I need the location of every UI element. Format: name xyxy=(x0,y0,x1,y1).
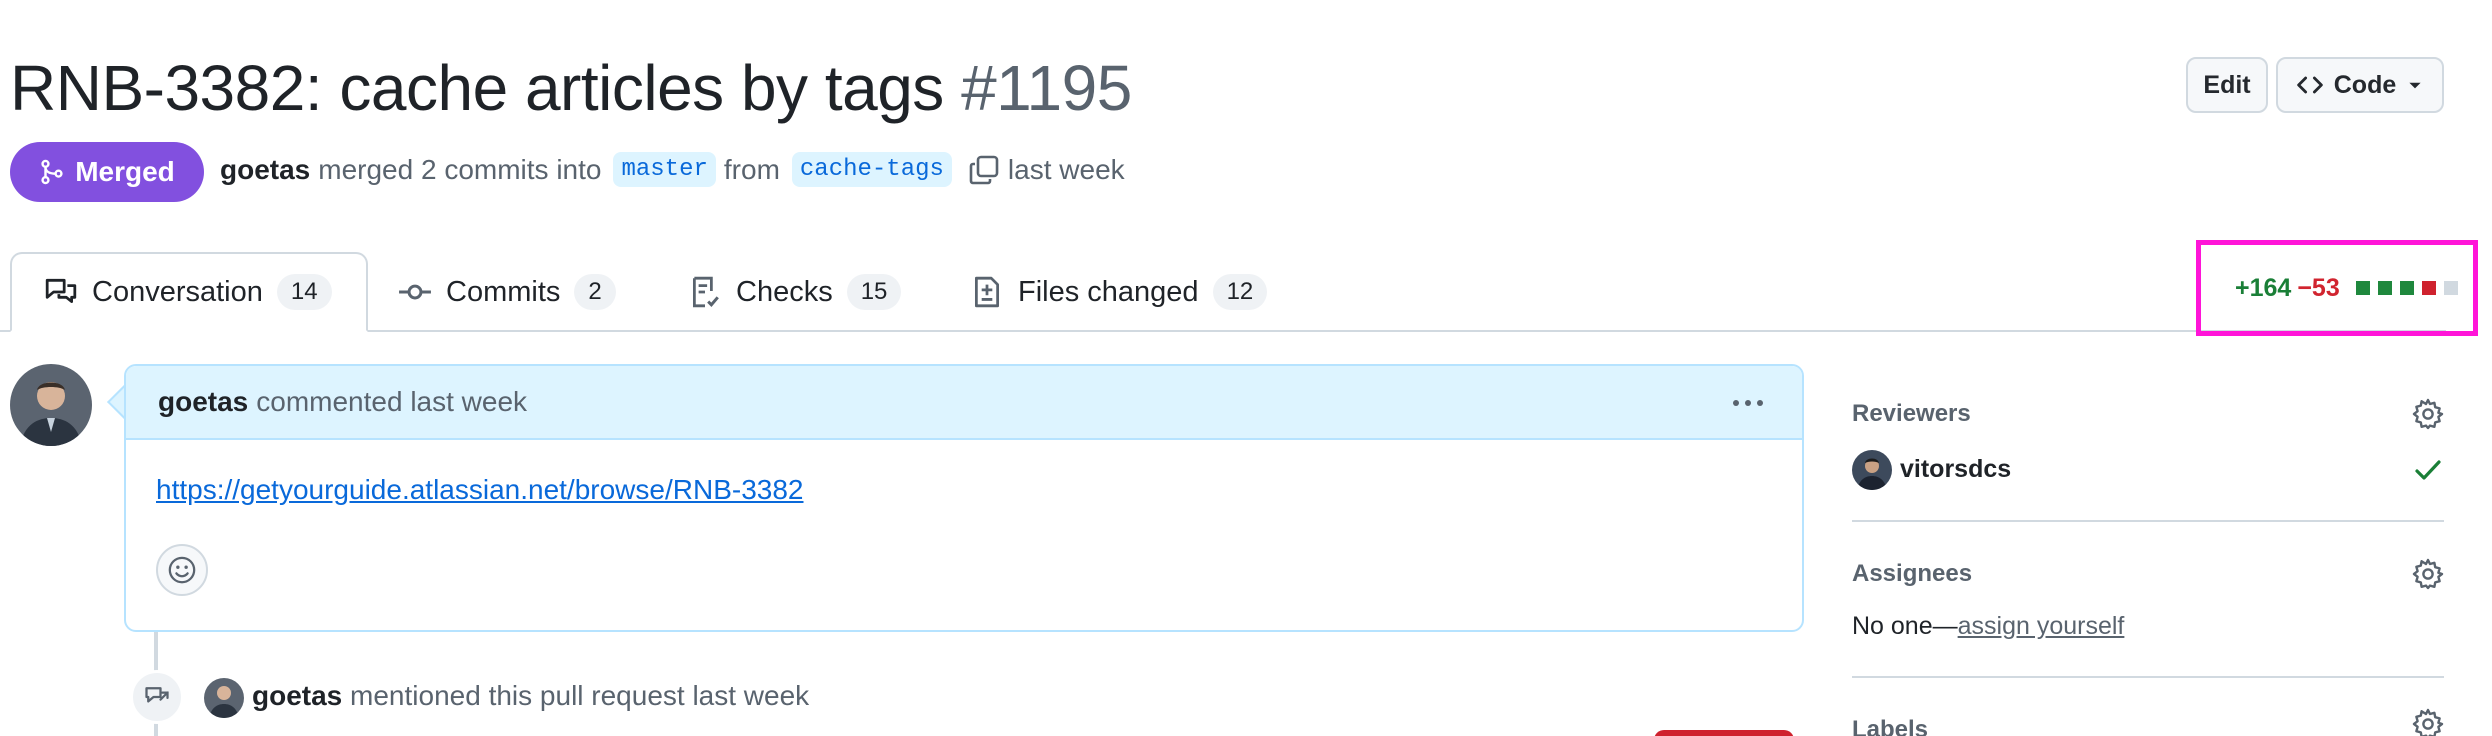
checklist-icon xyxy=(692,276,719,308)
sidebar-divider xyxy=(1852,676,2444,678)
tab-checks-label: Checks xyxy=(736,275,833,308)
tab-conversation-label: Conversation xyxy=(92,275,263,308)
tab-checks-count: 15 xyxy=(846,274,902,310)
tab-commits[interactable]: Commits 2 xyxy=(398,252,616,332)
comment-body-link[interactable]: https://getyourguide.atlassian.net/brows… xyxy=(156,474,804,506)
closed-state-pill xyxy=(1654,730,1794,736)
code-button[interactable]: Code xyxy=(2276,57,2444,113)
tab-commits-label: Commits xyxy=(446,275,561,308)
tab-checks[interactable]: Checks 15 xyxy=(688,252,902,332)
base-branch[interactable]: master xyxy=(613,152,716,187)
git-commit-icon xyxy=(399,284,431,300)
pr-author-link[interactable]: goetas xyxy=(220,154,310,186)
timeline-event-text: goetas mentioned this pull request last … xyxy=(252,680,809,712)
cross-reference-event-badge xyxy=(130,670,184,724)
author-avatar[interactable] xyxy=(10,364,92,446)
diffstat-block-deleted xyxy=(2421,281,2436,295)
tab-commits-count: 2 xyxy=(574,274,616,310)
merged-state-label: Merged xyxy=(75,156,175,187)
comment-author[interactable]: goetas xyxy=(158,386,248,418)
merged-state-badge: Merged xyxy=(10,142,204,202)
tab-files-changed-label: Files changed xyxy=(1018,275,1199,308)
diffstat-additions: +164 xyxy=(2235,273,2292,302)
diffstat-block-added xyxy=(2355,281,2370,295)
event-author-avatar[interactable] xyxy=(204,678,244,718)
diffstat-block-added xyxy=(2377,281,2392,295)
comment-action: commented last week xyxy=(256,386,528,417)
tab-files-changed[interactable]: Files changed 12 xyxy=(970,252,1268,332)
no-assignees-text: No one— xyxy=(1852,612,1958,640)
from-text: from xyxy=(723,153,780,185)
smiley-icon xyxy=(168,556,196,584)
merge-time: last week xyxy=(1007,153,1125,185)
code-icon xyxy=(2296,76,2323,94)
sidebar-divider xyxy=(1852,520,2444,522)
kebab-horizontal-icon[interactable] xyxy=(1730,392,1766,414)
reviewer-avatar[interactable] xyxy=(1852,450,1892,490)
tab-conversation-count: 14 xyxy=(276,274,332,310)
file-diff-icon xyxy=(974,276,1000,308)
pr-meta: goetas merged 2 commits into master from… xyxy=(220,152,1125,187)
reviewer-name[interactable]: vitorsdcs xyxy=(1900,455,2011,484)
add-reaction-button[interactable] xyxy=(156,544,208,596)
git-merge-icon xyxy=(41,159,63,185)
diffstat-block-added xyxy=(2399,281,2414,295)
comment-header: goetas commented last week xyxy=(126,366,1802,440)
gear-icon[interactable] xyxy=(2412,708,2444,736)
merge-text: merged 2 commits into xyxy=(318,153,602,185)
gear-icon[interactable] xyxy=(2412,398,2444,430)
diffstat-block-neutral xyxy=(2443,281,2458,295)
reviewers-heading: Reviewers xyxy=(1852,400,1971,427)
code-button-label: Code xyxy=(2333,70,2397,99)
page-title: RNB-3382: cache articles by tags #1195 xyxy=(10,48,1132,128)
edit-button-label: Edit xyxy=(2203,70,2251,99)
diffstat-deletions: −53 xyxy=(2297,273,2340,302)
event-author[interactable]: goetas xyxy=(252,680,342,711)
pr-title: RNB-3382: cache articles by tags xyxy=(10,52,944,124)
labels-heading: Labels xyxy=(1852,716,1929,736)
head-branch[interactable]: cache-tags xyxy=(791,152,952,187)
caret-down-icon xyxy=(2409,82,2421,89)
cross-reference-icon xyxy=(145,687,169,703)
edit-button[interactable]: Edit xyxy=(2186,57,2268,113)
gear-icon[interactable] xyxy=(2412,558,2444,590)
tab-files-changed-count: 12 xyxy=(1212,274,1268,310)
diffstat: +164 −53 xyxy=(2196,240,2478,336)
copy-icon[interactable] xyxy=(968,154,1000,186)
event-description: mentioned this pull request last week xyxy=(350,680,810,711)
assign-yourself-link[interactable]: assign yourself xyxy=(1958,612,2125,640)
tab-conversation[interactable]: Conversation 14 xyxy=(10,252,368,332)
pr-number: #1195 xyxy=(961,52,1132,124)
check-icon xyxy=(2415,460,2441,480)
assignees-heading: Assignees xyxy=(1852,560,1973,587)
comment-discussion-icon xyxy=(45,278,77,303)
assignees-value: No one—assign yourself xyxy=(1852,612,2124,641)
